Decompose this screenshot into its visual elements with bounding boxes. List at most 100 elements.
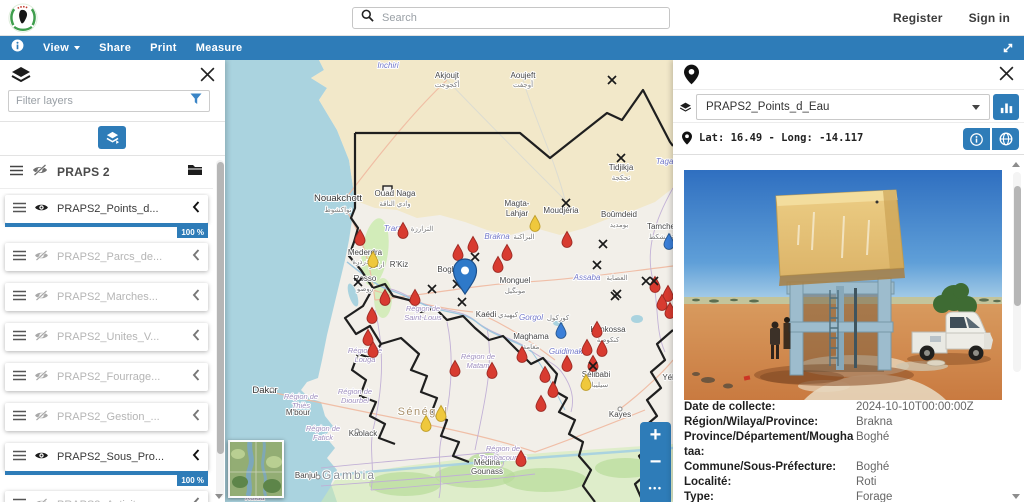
city-dot <box>618 407 622 411</box>
filter-icon[interactable] <box>190 92 202 110</box>
map-label: Nouakchott <box>314 193 362 204</box>
identify-panel: PRAPS2_Points_d_Eau Lat: 16.49 - Long: -… <box>673 60 1024 502</box>
layer-item[interactable]: PRAPS2_Marches... <box>5 283 208 311</box>
attribute-label: Région/Wilaya/Province: <box>684 415 856 430</box>
layer-card[interactable]: PRAPS2_Gestion_... <box>5 403 208 431</box>
layer-card[interactable]: PRAPS2_Unites_V... <box>5 323 208 351</box>
chevron-left-icon[interactable] <box>192 200 200 218</box>
chevron-left-icon[interactable] <box>192 368 200 386</box>
zoom-to-feature-button[interactable] <box>992 128 1019 150</box>
visibility-on-icon[interactable] <box>34 448 49 466</box>
chevron-left-icon[interactable] <box>192 408 200 426</box>
visibility-off-icon[interactable] <box>34 496 49 502</box>
map-label: Région de <box>406 304 440 313</box>
chevron-left-icon[interactable] <box>192 328 200 346</box>
map-label: Lahjar <box>506 209 529 218</box>
drag-handle-icon[interactable] <box>13 328 26 346</box>
visibility-off-icon[interactable] <box>34 288 49 306</box>
folder-icon[interactable] <box>187 163 203 181</box>
layer-item[interactable]: PRAPS2_Fourrage... <box>5 363 208 391</box>
overview-minimap[interactable] <box>228 440 284 498</box>
register-link[interactable]: Register <box>893 11 943 25</box>
layers-icon <box>10 66 32 91</box>
scroll-down-icon[interactable] <box>1012 494 1020 499</box>
layer-card[interactable]: PRAPS2_Activites... <box>5 491 208 502</box>
about-icon[interactable] <box>11 39 24 57</box>
attribute-value: Boghé <box>856 460 1004 475</box>
layer-item[interactable]: PRAPS2_Parcs_de... <box>5 243 208 271</box>
close-layers-panel-icon[interactable] <box>199 66 216 88</box>
feature-info-button[interactable] <box>963 128 990 150</box>
scroll-up-icon[interactable] <box>1012 162 1020 167</box>
fullscreen-expand-icon[interactable] <box>1001 41 1015 60</box>
drag-handle-icon[interactable] <box>13 288 26 306</box>
measure-button[interactable]: Measure <box>196 42 243 54</box>
layer-item[interactable]: PRAPS2_Gestion_... <box>5 403 208 431</box>
layer-item[interactable]: PRAPS2_Sous_Pro...100 % <box>5 443 208 475</box>
visibility-off-icon[interactable] <box>34 408 49 426</box>
map-label: بومديد <box>610 222 629 229</box>
filter-layers-field[interactable] <box>8 90 210 112</box>
attribute-row: Commune/Sous-Préfecture:Boghé <box>684 460 1004 475</box>
chevron-left-icon[interactable] <box>192 448 200 466</box>
share-button[interactable]: Share <box>99 42 131 54</box>
attribute-label: Type: <box>684 490 856 502</box>
coordinates-pin-icon <box>682 131 692 150</box>
feature-photo[interactable] <box>684 170 1002 400</box>
opacity-slider[interactable]: 100 % <box>5 223 208 227</box>
identify-scrollbar[interactable] <box>1013 172 1021 372</box>
chart-widget-button[interactable] <box>993 94 1019 120</box>
layers-scrollbar[interactable] <box>216 160 224 498</box>
search-input[interactable] <box>382 12 661 24</box>
layer-name: PRAPS2_Points_d... <box>57 203 184 215</box>
drag-handle-icon[interactable] <box>13 496 26 502</box>
layer-item[interactable]: PRAPS2_Activites... <box>5 491 208 502</box>
drag-handle-icon[interactable] <box>10 163 23 181</box>
print-button[interactable]: Print <box>150 42 177 54</box>
map-label: Tidjikja <box>609 163 634 172</box>
layer-select[interactable]: PRAPS2_Points_d_Eau <box>696 94 990 120</box>
zoom-in-button[interactable]: + <box>640 422 671 449</box>
map-label: Kaédi <box>476 310 497 319</box>
scrollbar-thumb[interactable] <box>1014 186 1021 306</box>
layer-card[interactable]: PRAPS2_Marches... <box>5 283 208 311</box>
drag-handle-icon[interactable] <box>13 448 26 466</box>
layer-card[interactable]: PRAPS2_Sous_Pro... <box>5 443 208 471</box>
layer-card[interactable]: PRAPS2_Fourrage... <box>5 363 208 391</box>
add-layer-button[interactable] <box>98 126 126 149</box>
search-bar[interactable] <box>352 7 670 29</box>
zoom-out-button[interactable]: − <box>640 449 671 476</box>
scroll-down-icon[interactable] <box>215 494 223 499</box>
map-label: Kaolack <box>349 429 378 438</box>
map-label: Yéli <box>662 373 673 382</box>
layer-card[interactable]: PRAPS2_Parcs_de... <box>5 243 208 271</box>
drag-handle-icon[interactable] <box>13 368 26 386</box>
signin-link[interactable]: Sign in <box>969 11 1010 25</box>
opacity-slider[interactable]: 100 % <box>5 471 208 475</box>
group-visibility-off-icon[interactable] <box>32 163 48 181</box>
visibility-off-icon[interactable] <box>34 248 49 266</box>
chevron-left-icon[interactable] <box>192 288 200 306</box>
visibility-on-icon[interactable] <box>34 200 49 218</box>
chevron-left-icon[interactable] <box>192 248 200 266</box>
layer-card[interactable]: PRAPS2_Points_d... <box>5 195 208 223</box>
filter-layers-input[interactable] <box>16 95 184 107</box>
drag-handle-icon[interactable] <box>13 248 26 266</box>
map-canvas[interactable]: InchiriAkjoujtأكجوجتAoujeftأوجفتOuad Nag… <box>225 60 673 502</box>
visibility-off-icon[interactable] <box>34 328 49 346</box>
visibility-off-icon[interactable] <box>34 368 49 386</box>
scrollbar-thumb[interactable] <box>217 162 224 454</box>
attribute-row: Région/Wilaya/Province:Brakna <box>684 415 1004 430</box>
chevron-left-icon[interactable] <box>192 496 200 502</box>
app-window: Register Sign in View Share Print Measur… <box>0 0 1024 502</box>
view-menu[interactable]: View <box>43 42 80 54</box>
layer-item[interactable]: PRAPS2_Unites_V... <box>5 323 208 351</box>
chevron-down-icon <box>74 46 80 50</box>
app-logo[interactable] <box>8 3 38 33</box>
more-map-tools-button[interactable]: ••• <box>640 475 671 502</box>
drag-handle-icon[interactable] <box>13 200 26 218</box>
close-identify-panel-icon[interactable] <box>998 65 1015 87</box>
drag-handle-icon[interactable] <box>13 408 26 426</box>
layer-group-praps2[interactable]: PRAPS 2 <box>0 156 213 189</box>
layer-item[interactable]: PRAPS2_Points_d... 100 % <box>5 195 208 227</box>
